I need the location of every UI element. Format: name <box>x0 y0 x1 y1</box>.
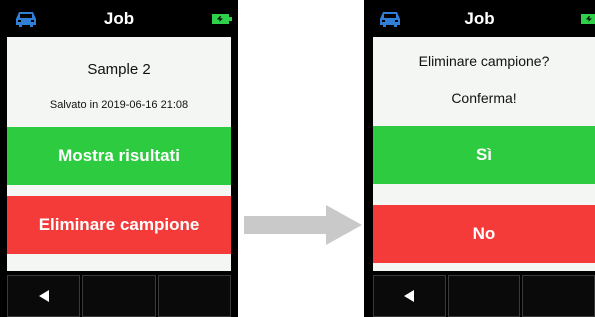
nav-right-button[interactable] <box>522 275 595 317</box>
status-bar: Job <box>0 0 238 37</box>
back-arrow-icon <box>404 290 415 302</box>
status-bar: Job <box>364 0 595 37</box>
delete-sample-label: Eliminare campione <box>38 215 200 234</box>
screen-title: Job <box>464 9 495 28</box>
yes-button[interactable]: Sì <box>373 126 595 184</box>
nav-bar <box>373 275 595 317</box>
nav-back-button[interactable] <box>373 275 446 317</box>
device-right: Job Eliminare campione? Conferma! Sì No <box>364 0 595 317</box>
nav-back-button[interactable] <box>7 275 81 317</box>
nav-middle-button[interactable] <box>82 275 156 317</box>
device-left: Job Sample 2 Salvato in 2019-06-16 21:08… <box>0 0 238 317</box>
show-results-button[interactable]: Mostra risultati <box>7 127 231 185</box>
yes-label: Sì <box>475 145 493 164</box>
back-arrow-icon <box>38 290 49 302</box>
screen-title: Job <box>103 9 135 28</box>
show-results-label: Mostra risultati <box>58 146 180 165</box>
no-label: No <box>472 224 496 243</box>
battery-icon <box>581 14 595 24</box>
sample-name: Sample 2 <box>87 61 151 78</box>
no-button[interactable]: No <box>373 205 595 263</box>
delete-question: Eliminare campione? <box>418 53 550 69</box>
saved-timestamp: Salvato in 2019-06-16 21:08 <box>49 99 189 111</box>
delete-sample-button[interactable]: Eliminare campione <box>7 196 231 254</box>
confirm-text: Conferma! <box>451 90 517 106</box>
nav-bar <box>7 275 231 317</box>
nav-middle-button[interactable] <box>447 275 521 317</box>
battery-icon <box>212 14 232 24</box>
right-arrow-icon <box>244 205 362 245</box>
nav-right-button[interactable] <box>157 275 231 317</box>
